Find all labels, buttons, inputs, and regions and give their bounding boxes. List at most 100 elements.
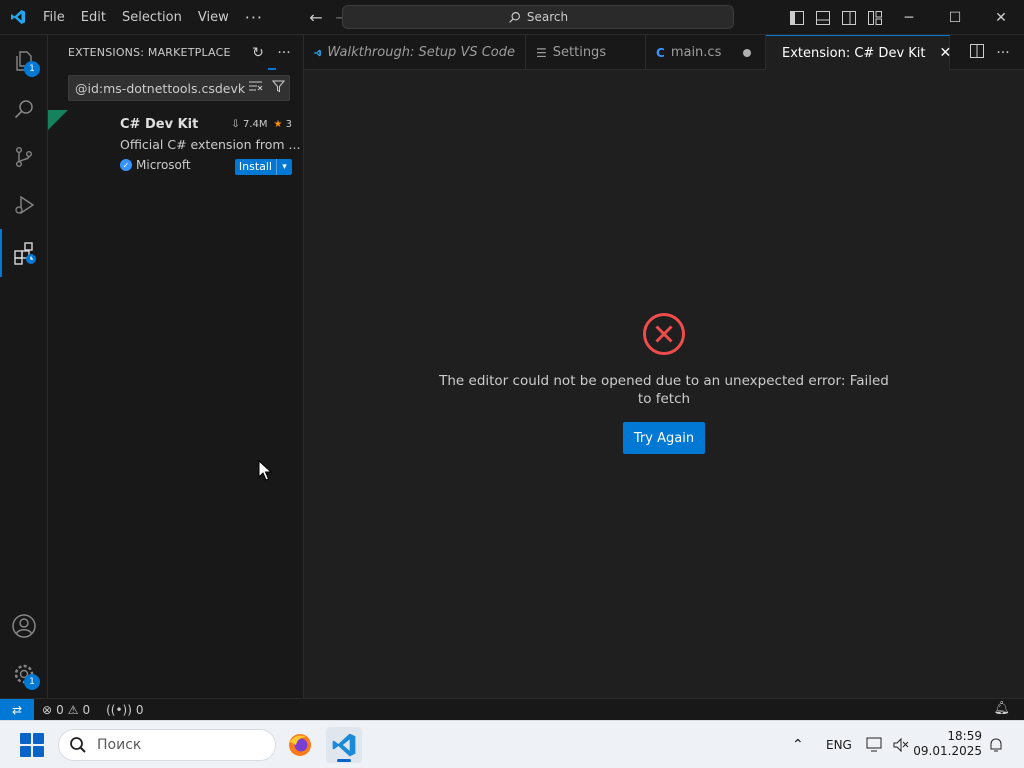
menu-selection[interactable]: Selection bbox=[114, 0, 190, 35]
clear-filter-icon[interactable] bbox=[245, 80, 267, 96]
extensions-search-input[interactable] bbox=[69, 80, 245, 96]
tab-settings[interactable]: ☰ Settings bbox=[526, 35, 646, 70]
search-view-button[interactable] bbox=[0, 85, 48, 133]
vscode-window: File Edit Selection View ··· ← → Search bbox=[0, 0, 1024, 768]
notifications-bell-icon[interactable] bbox=[988, 721, 1004, 768]
downloads-count: ⇩ 7.4M bbox=[231, 119, 268, 130]
clock-date: 09.01.2025 bbox=[913, 744, 982, 758]
source-control-icon bbox=[15, 147, 32, 168]
menu-file[interactable]: File bbox=[35, 0, 73, 35]
run-debug-icon bbox=[15, 195, 35, 215]
close-icon[interactable]: ✕ bbox=[940, 45, 952, 61]
try-again-button[interactable]: Try Again bbox=[623, 422, 705, 454]
tab-extension-csdevkit[interactable]: Extension: C# Dev Kit ✕ bbox=[766, 35, 952, 70]
install-button[interactable]: Install ▾ bbox=[234, 159, 292, 175]
editor-area: The editor could not be opened due to an… bbox=[304, 70, 1024, 698]
close-window-icon[interactable]: ✕ bbox=[978, 0, 1024, 35]
tab-label: Extension: C# Dev Kit bbox=[782, 45, 926, 61]
volume-muted-icon[interactable] bbox=[892, 721, 910, 768]
firefox-taskbar-button[interactable] bbox=[282, 727, 318, 763]
minimize-icon[interactable]: ─ bbox=[886, 0, 932, 35]
star-icon: ★ bbox=[273, 119, 283, 130]
more-actions-icon[interactable]: ··· bbox=[273, 45, 295, 61]
problems-indicator[interactable]: ⊗ 0 ⚠ 0 bbox=[34, 703, 98, 717]
remote-indicator-icon[interactable]: ⇄ bbox=[0, 698, 34, 721]
split-editor-icon[interactable] bbox=[966, 43, 988, 62]
layout-controls bbox=[784, 0, 888, 35]
error-count: 0 bbox=[56, 702, 64, 717]
back-arrow-icon[interactable]: ← bbox=[303, 8, 329, 27]
explorer-button[interactable]: 1 bbox=[0, 37, 48, 85]
tab-main-cs[interactable]: C main.cs bbox=[646, 35, 766, 70]
menu-view[interactable]: View bbox=[190, 0, 237, 35]
extension-logo-icon bbox=[66, 116, 108, 158]
error-status-icon: ⊗ bbox=[42, 702, 53, 717]
warning-status-icon: ⚠ bbox=[67, 702, 79, 717]
broadcast-icon: ((•)) bbox=[106, 702, 132, 717]
toggle-panel-icon[interactable] bbox=[810, 10, 836, 25]
command-center-label: Search bbox=[526, 10, 569, 24]
source-control-button[interactable] bbox=[0, 133, 48, 181]
status-bar: ⇄ ⊗ 0 ⚠ 0 ((•)) 0 🔔︎ bbox=[0, 698, 1024, 721]
maximize-icon[interactable]: ☐ bbox=[932, 0, 978, 35]
search-icon bbox=[509, 11, 520, 23]
customize-layout-icon[interactable] bbox=[862, 10, 888, 25]
title-bar: File Edit Selection View ··· ← → Search bbox=[0, 0, 1024, 35]
show-hidden-icons-icon[interactable]: ⌃ bbox=[792, 721, 804, 768]
account-icon bbox=[12, 614, 36, 638]
extensions-button[interactable] bbox=[0, 229, 48, 277]
sidebar-header: EXTENSIONS: MARKETPLACE ↻ ··· bbox=[48, 35, 303, 70]
extension-publisher[interactable]: ✓ Microsoft bbox=[120, 158, 191, 172]
tab-label: main.cs bbox=[670, 45, 722, 60]
taskbar-clock[interactable]: 18:59 09.01.2025 bbox=[913, 729, 982, 759]
explorer-badge: 1 bbox=[24, 61, 40, 77]
network-display-icon[interactable] bbox=[866, 721, 884, 768]
active-app-indicator bbox=[337, 759, 351, 762]
progress-indicator bbox=[268, 68, 276, 70]
run-debug-button[interactable] bbox=[0, 181, 48, 229]
unsaved-dot-icon[interactable] bbox=[743, 48, 752, 57]
publisher-name: Microsoft bbox=[136, 158, 191, 172]
notifications-bell-icon[interactable]: 🔔︎ bbox=[993, 701, 1010, 716]
settings-icon: ☰ bbox=[536, 45, 547, 60]
extension-name: C# Dev Kit bbox=[120, 117, 199, 132]
vscode-icon bbox=[314, 49, 321, 56]
taskbar-search[interactable]: Поиск bbox=[58, 729, 276, 761]
tab-walkthrough[interactable]: Walkthrough: Setup VS Code bbox=[304, 35, 526, 70]
extensions-icon bbox=[14, 242, 36, 265]
clock-time: 18:59 bbox=[947, 729, 982, 743]
toggle-primary-sidebar-icon[interactable] bbox=[784, 10, 810, 25]
toggle-secondary-sidebar-icon[interactable] bbox=[836, 10, 862, 25]
accounts-button[interactable] bbox=[0, 602, 48, 650]
csharp-icon: C bbox=[656, 45, 665, 60]
download-icon: ⇩ bbox=[231, 119, 240, 130]
sidebar-title: EXTENSIONS: MARKETPLACE bbox=[68, 46, 231, 59]
editor-actions: ··· bbox=[966, 35, 1024, 70]
ports-count: 0 bbox=[135, 702, 144, 717]
menu-edit[interactable]: Edit bbox=[73, 0, 114, 35]
language-indicator[interactable]: ENG bbox=[826, 721, 852, 768]
extension-description: Official C# extension from ... bbox=[120, 137, 301, 152]
editor-tabs: Walkthrough: Setup VS Code ☰ Settings C … bbox=[304, 35, 1024, 70]
activity-bar: 1 1 bbox=[0, 35, 48, 698]
tab-label: Settings bbox=[552, 45, 607, 60]
error-icon bbox=[643, 313, 685, 355]
windows-taskbar: Поиск ⌃ ENG 18:59 09.01.2025 bbox=[0, 720, 1024, 768]
filter-icon[interactable] bbox=[267, 80, 289, 97]
vscode-icon bbox=[332, 733, 356, 757]
vscode-taskbar-button[interactable] bbox=[326, 727, 362, 763]
manage-button[interactable]: 1 bbox=[0, 650, 48, 698]
more-actions-icon[interactable]: ··· bbox=[992, 45, 1014, 61]
menu-more-button[interactable]: ··· bbox=[237, 0, 271, 35]
taskbar-search-placeholder: Поиск bbox=[97, 737, 142, 753]
mouse-cursor-icon bbox=[258, 460, 272, 481]
window-controls: ─ ☐ ✕ bbox=[886, 0, 1024, 35]
search-icon bbox=[14, 100, 33, 119]
refresh-icon[interactable]: ↻ bbox=[247, 45, 269, 61]
ports-indicator[interactable]: ((•)) 0 bbox=[98, 703, 151, 717]
command-center-search[interactable]: Search bbox=[342, 5, 734, 29]
extension-list-item[interactable]: C# Dev Kit ⇩ 7.4M ★ 3 Official C# extens… bbox=[48, 110, 304, 175]
sponsor-corner-badge bbox=[48, 110, 68, 130]
start-button-icon[interactable] bbox=[20, 733, 44, 757]
chevron-down-icon[interactable]: ▾ bbox=[276, 159, 292, 175]
